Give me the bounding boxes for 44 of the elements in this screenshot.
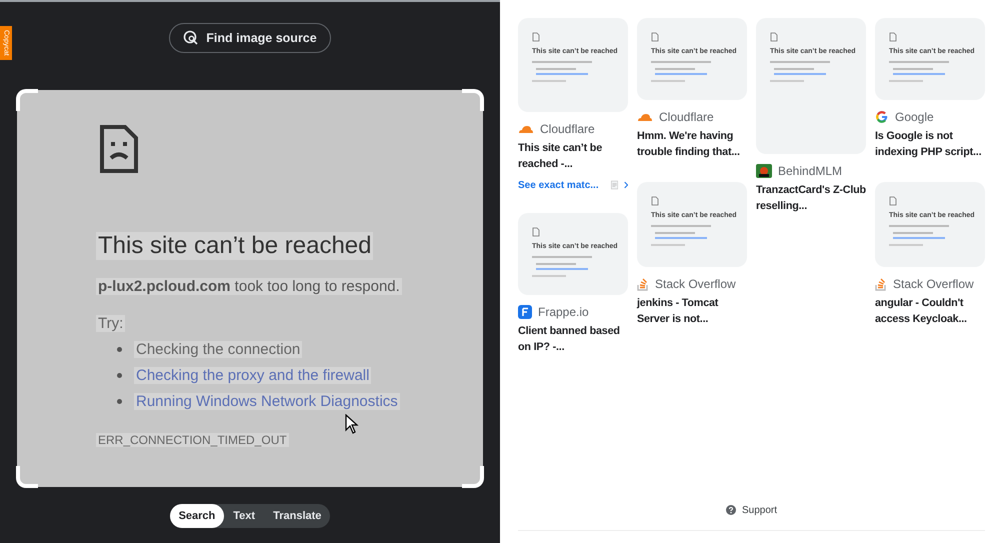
bullet-icon	[117, 398, 122, 404]
google-icon	[875, 110, 889, 124]
source-name: Cloudflare	[540, 122, 595, 136]
source-name: Stack Overflow	[893, 277, 974, 291]
result-title[interactable]: TranzactCard's Z-Club reselling...	[756, 182, 866, 214]
try-label: Try:	[96, 315, 126, 332]
support-link[interactable]: Support	[726, 504, 778, 516]
crop-handle[interactable]	[16, 466, 38, 488]
find-image-source-button[interactable]: Find image source	[169, 23, 331, 53]
error-message: p-lux2.pcloud.com took too long to respond.	[96, 278, 402, 295]
mode-tab[interactable]: Translate	[264, 504, 330, 528]
cloud-icon	[518, 124, 534, 134]
source-name: Cloudflare	[659, 110, 714, 124]
result-title[interactable]: Client banned based on IP? -...	[518, 323, 628, 355]
exact-matches-link[interactable]: See exact matc...	[518, 180, 599, 190]
crop-handle[interactable]	[462, 89, 484, 111]
help-icon	[726, 505, 736, 515]
frappe-logo-icon	[518, 305, 532, 319]
error-code: ERR_CONNECTION_TIMED_OUT	[96, 433, 289, 447]
cursor-icon	[345, 414, 359, 434]
document-icon	[610, 179, 618, 191]
stack-icon	[875, 277, 887, 291]
site-logo-icon	[756, 164, 772, 178]
cloud-icon	[637, 112, 653, 122]
source-name: Frappe.io	[538, 305, 589, 319]
result-title[interactable]: angular - Couldn't access Keycloak...	[875, 295, 985, 327]
mode-tab[interactable]: Text	[224, 504, 264, 528]
crop-handle[interactable]	[16, 89, 38, 111]
source-name: Stack Overflow	[655, 277, 736, 291]
bullet-icon	[117, 346, 122, 352]
chevron-right-icon	[624, 180, 628, 190]
result-title[interactable]: jenkins - Tomcat Server is not...	[637, 295, 747, 327]
error-title: This site can’t be reached	[96, 232, 374, 260]
lens-search-icon	[183, 30, 200, 46]
crop-handle[interactable]	[462, 466, 484, 488]
result-title[interactable]: Hmm. We're having trouble finding that...	[637, 128, 747, 160]
source-name: BehindMLM	[778, 164, 842, 178]
mode-tab[interactable]: Search	[170, 504, 224, 528]
stack-icon	[637, 277, 649, 291]
source-name: Google	[895, 110, 934, 124]
result-title[interactable]: This site can’t be reached -...	[518, 140, 628, 172]
bullet-icon	[117, 372, 122, 378]
suggestion-text: Checking the connection	[134, 340, 302, 358]
result-title[interactable]: Is Google is not indexing PHP script...	[875, 128, 985, 160]
